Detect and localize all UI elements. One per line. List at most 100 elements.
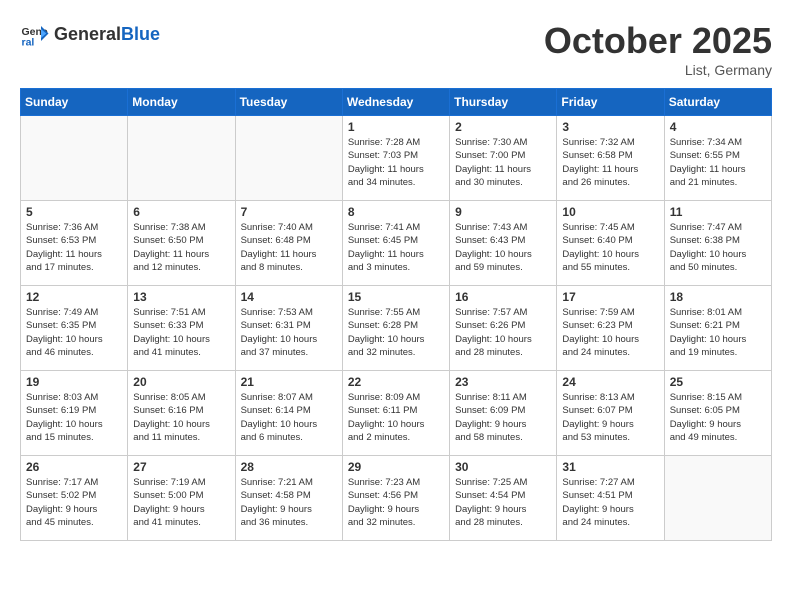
day-cell-25: 25 Sunrise: 8:15 AM Sunset: 6:05 PM Dayli… [664, 371, 771, 456]
day-info: Sunrise: 8:11 AM Sunset: 6:09 PM Dayligh… [455, 391, 551, 444]
day-header-sunday: Sunday [21, 89, 128, 116]
day-cell-17: 17Sunrise: 7:59 AM Sunset: 6:23 PM Dayli… [557, 286, 664, 371]
day-number: 1 [348, 120, 444, 134]
day-cell-14: 14 Sunrise: 7:53 AM Sunset: 6:31 PM Dayli… [235, 286, 342, 371]
day-number: 18 [670, 290, 766, 304]
day-cell-2: 2 Sunrise: 7:30 AM Sunset: 7:00 PM Daylig… [450, 116, 557, 201]
day-info: Sunrise: 7:21 AM Sunset: 4:58 PM Dayligh… [241, 476, 337, 529]
day-number: 6 [133, 205, 229, 219]
day-info: Sunrise: 7:38 AM Sunset: 6:50 PM Dayligh… [133, 221, 229, 274]
location: List, Germany [544, 62, 772, 78]
day-number: 27 [133, 460, 229, 474]
day-number: 30 [455, 460, 551, 474]
calendar: SundayMondayTuesdayWednesdayThursdayFrid… [20, 88, 772, 541]
day-cell-31: 31 Sunrise: 7:27 AM Sunset: 4:51 PM Dayli… [557, 456, 664, 541]
day-info: Sunrise: 7:32 AM Sunset: 6:58 PM Dayligh… [562, 136, 658, 189]
day-header-wednesday: Wednesday [342, 89, 449, 116]
day-cell-3: 3 Sunrise: 7:32 AM Sunset: 6:58 PM Daylig… [557, 116, 664, 201]
title-area: October 2025 List, Germany [544, 20, 772, 78]
day-number: 17 [562, 290, 658, 304]
day-info: Sunrise: 7:40 AM Sunset: 6:48 PM Dayligh… [241, 221, 337, 274]
day-number: 24 [562, 375, 658, 389]
day-number: 20 [133, 375, 229, 389]
day-info: Sunrise: 7:53 AM Sunset: 6:31 PM Dayligh… [241, 306, 337, 359]
day-number: 31 [562, 460, 658, 474]
day-number: 2 [455, 120, 551, 134]
day-cell-27: 27Sunrise: 7:19 AM Sunset: 5:00 PM Dayli… [128, 456, 235, 541]
day-info: Sunrise: 7:27 AM Sunset: 4:51 PM Dayligh… [562, 476, 658, 529]
day-cell-15: 15Sunrise: 7:55 AM Sunset: 6:28 PM Dayli… [342, 286, 449, 371]
week-row-3: 12 Sunrise: 7:49 AM Sunset: 6:35 PM Dayli… [21, 286, 772, 371]
day-cell-18: 18 Sunrise: 8:01 AM Sunset: 6:21 PM Dayli… [664, 286, 771, 371]
day-info: Sunrise: 7:47 AM Sunset: 6:38 PM Dayligh… [670, 221, 766, 274]
day-info: Sunrise: 7:36 AM Sunset: 6:53 PM Dayligh… [26, 221, 122, 274]
day-header-saturday: Saturday [664, 89, 771, 116]
day-cell-7: 7 Sunrise: 7:40 AM Sunset: 6:48 PM Daylig… [235, 201, 342, 286]
day-info: Sunrise: 8:13 AM Sunset: 6:07 PM Dayligh… [562, 391, 658, 444]
day-number: 11 [670, 205, 766, 219]
day-cell-26: 26 Sunrise: 7:17 AM Sunset: 5:02 PM Dayli… [21, 456, 128, 541]
day-number: 12 [26, 290, 122, 304]
day-info: Sunrise: 8:03 AM Sunset: 6:19 PM Dayligh… [26, 391, 122, 444]
day-info: Sunrise: 7:43 AM Sunset: 6:43 PM Dayligh… [455, 221, 551, 274]
day-info: Sunrise: 8:05 AM Sunset: 6:16 PM Dayligh… [133, 391, 229, 444]
day-info: Sunrise: 7:23 AM Sunset: 4:56 PM Dayligh… [348, 476, 444, 529]
day-cell-empty [21, 116, 128, 201]
day-cell-21: 21Sunrise: 8:07 AM Sunset: 6:14 PM Dayli… [235, 371, 342, 456]
svg-text:ral: ral [22, 37, 35, 49]
logo-general-text: General [54, 24, 121, 44]
day-cell-11: 11 Sunrise: 7:47 AM Sunset: 6:38 PM Dayli… [664, 201, 771, 286]
day-cell-13: 13 Sunrise: 7:51 AM Sunset: 6:33 PM Dayli… [128, 286, 235, 371]
logo-icon: Gene ral [20, 20, 50, 50]
day-info: Sunrise: 7:45 AM Sunset: 6:40 PM Dayligh… [562, 221, 658, 274]
day-header-friday: Friday [557, 89, 664, 116]
day-info: Sunrise: 7:17 AM Sunset: 5:02 PM Dayligh… [26, 476, 122, 529]
day-number: 15 [348, 290, 444, 304]
days-header-row: SundayMondayTuesdayWednesdayThursdayFrid… [21, 89, 772, 116]
day-header-monday: Monday [128, 89, 235, 116]
day-cell-30: 30 Sunrise: 7:25 AM Sunset: 4:54 PM Dayli… [450, 456, 557, 541]
day-cell-20: 20 Sunrise: 8:05 AM Sunset: 6:16 PM Dayli… [128, 371, 235, 456]
day-cell-24: 24 Sunrise: 8:13 AM Sunset: 6:07 PM Dayli… [557, 371, 664, 456]
day-info: Sunrise: 7:41 AM Sunset: 6:45 PM Dayligh… [348, 221, 444, 274]
day-number: 13 [133, 290, 229, 304]
week-row-4: 19 Sunrise: 8:03 AM Sunset: 6:19 PM Dayli… [21, 371, 772, 456]
day-number: 16 [455, 290, 551, 304]
day-cell-empty [664, 456, 771, 541]
week-row-5: 26 Sunrise: 7:17 AM Sunset: 5:02 PM Dayli… [21, 456, 772, 541]
day-number: 29 [348, 460, 444, 474]
day-number: 25 [670, 375, 766, 389]
day-number: 7 [241, 205, 337, 219]
day-cell-16: 16 Sunrise: 7:57 AM Sunset: 6:26 PM Dayli… [450, 286, 557, 371]
day-number: 22 [348, 375, 444, 389]
day-cell-6: 6 Sunrise: 7:38 AM Sunset: 6:50 PM Daylig… [128, 201, 235, 286]
day-info: Sunrise: 7:25 AM Sunset: 4:54 PM Dayligh… [455, 476, 551, 529]
day-cell-4: 4 Sunrise: 7:34 AM Sunset: 6:55 PM Daylig… [664, 116, 771, 201]
day-info: Sunrise: 7:30 AM Sunset: 7:00 PM Dayligh… [455, 136, 551, 189]
logo: Gene ral GeneralBlue [20, 20, 160, 50]
day-number: 28 [241, 460, 337, 474]
day-cell-9: 9 Sunrise: 7:43 AM Sunset: 6:43 PM Daylig… [450, 201, 557, 286]
day-number: 4 [670, 120, 766, 134]
day-header-tuesday: Tuesday [235, 89, 342, 116]
day-cell-23: 23Sunrise: 8:11 AM Sunset: 6:09 PM Dayli… [450, 371, 557, 456]
day-info: Sunrise: 8:15 AM Sunset: 6:05 PM Dayligh… [670, 391, 766, 444]
day-info: Sunrise: 8:09 AM Sunset: 6:11 PM Dayligh… [348, 391, 444, 444]
day-number: 19 [26, 375, 122, 389]
day-cell-28: 28 Sunrise: 7:21 AM Sunset: 4:58 PM Dayli… [235, 456, 342, 541]
day-number: 14 [241, 290, 337, 304]
day-info: Sunrise: 7:49 AM Sunset: 6:35 PM Dayligh… [26, 306, 122, 359]
day-info: Sunrise: 7:28 AM Sunset: 7:03 PM Dayligh… [348, 136, 444, 189]
day-cell-10: 10Sunrise: 7:45 AM Sunset: 6:40 PM Dayli… [557, 201, 664, 286]
day-number: 3 [562, 120, 658, 134]
day-cell-12: 12 Sunrise: 7:49 AM Sunset: 6:35 PM Dayli… [21, 286, 128, 371]
day-number: 9 [455, 205, 551, 219]
day-info: Sunrise: 7:57 AM Sunset: 6:26 PM Dayligh… [455, 306, 551, 359]
day-info: Sunrise: 8:01 AM Sunset: 6:21 PM Dayligh… [670, 306, 766, 359]
week-row-1: 1 Sunrise: 7:28 AM Sunset: 7:03 PM Daylig… [21, 116, 772, 201]
day-info: Sunrise: 7:34 AM Sunset: 6:55 PM Dayligh… [670, 136, 766, 189]
day-cell-8: 8Sunrise: 7:41 AM Sunset: 6:45 PM Daylig… [342, 201, 449, 286]
day-info: Sunrise: 7:51 AM Sunset: 6:33 PM Dayligh… [133, 306, 229, 359]
day-cell-29: 29 Sunrise: 7:23 AM Sunset: 4:56 PM Dayli… [342, 456, 449, 541]
day-number: 26 [26, 460, 122, 474]
